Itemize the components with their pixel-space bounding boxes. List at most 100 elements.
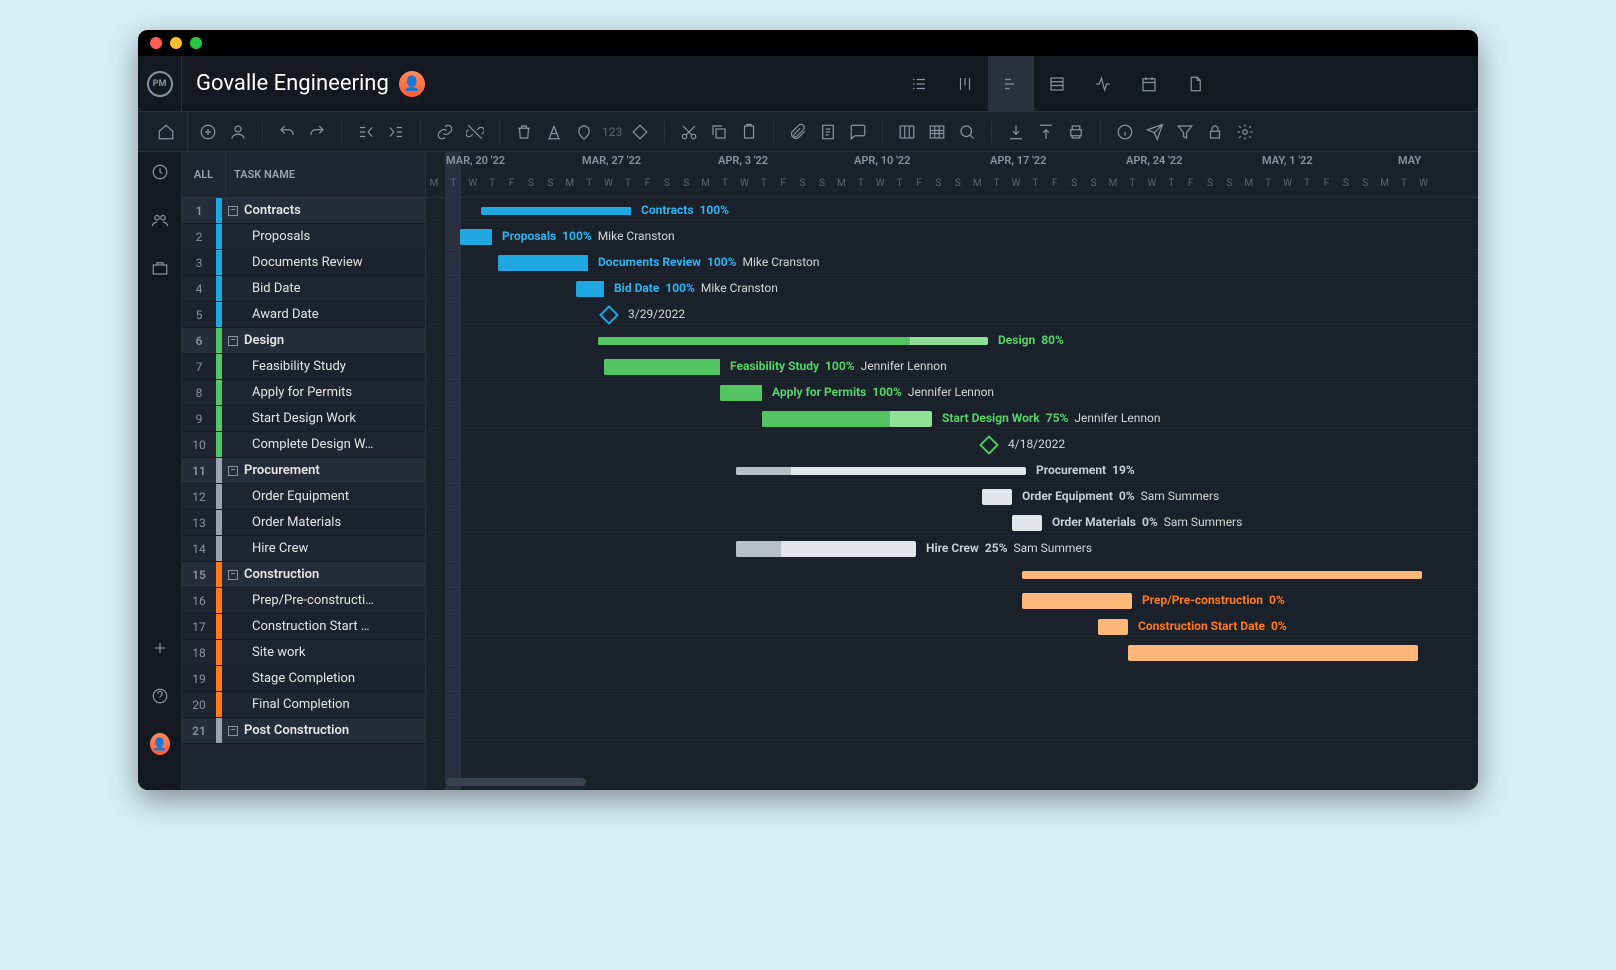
task-row[interactable]: 18Site work	[182, 640, 425, 666]
collapse-icon[interactable]: −	[228, 570, 238, 580]
columns-icon[interactable]	[895, 120, 919, 144]
task-bar[interactable]	[576, 281, 604, 297]
copy-icon[interactable]	[707, 120, 731, 144]
text-icon[interactable]	[542, 120, 566, 144]
task-row[interactable]: 17Construction Start …	[182, 614, 425, 640]
grid-icon[interactable]	[925, 120, 949, 144]
person-icon[interactable]	[226, 120, 250, 144]
trash-icon[interactable]	[512, 120, 536, 144]
send-icon[interactable]	[1143, 120, 1167, 144]
tasklist-header: ALL TASK NAME	[182, 152, 425, 198]
team-icon[interactable]	[150, 210, 170, 230]
link-icon[interactable]	[433, 120, 457, 144]
briefcase-icon[interactable]	[150, 258, 170, 278]
paste-icon[interactable]	[737, 120, 761, 144]
redo-icon[interactable]	[305, 120, 329, 144]
note-icon[interactable]	[816, 120, 840, 144]
task-bar[interactable]	[736, 541, 916, 557]
user-avatar[interactable]: 👤	[150, 734, 170, 754]
task-row[interactable]: 5Award Date	[182, 302, 425, 328]
view-sheet-icon[interactable]	[1034, 56, 1080, 111]
task-row[interactable]: 9Start Design Work	[182, 406, 425, 432]
gantt-chart[interactable]: MAR, 20 '22MAR, 27 '22APR, 3 '22APR, 10 …	[426, 152, 1478, 790]
minimize-icon[interactable]	[170, 37, 182, 49]
help-icon[interactable]	[150, 686, 170, 706]
task-row[interactable]: 20Final Completion	[182, 692, 425, 718]
task-bar[interactable]	[1098, 619, 1128, 635]
task-row[interactable]: 10Complete Design W…	[182, 432, 425, 458]
task-bar[interactable]	[762, 411, 932, 427]
comment-icon[interactable]	[846, 120, 870, 144]
indent-icon[interactable]	[384, 120, 408, 144]
view-calendar-icon[interactable]	[1126, 56, 1172, 111]
plus-icon[interactable]	[150, 638, 170, 658]
task-row[interactable]: 14Hire Crew	[182, 536, 425, 562]
task-row[interactable]: 6−Design	[182, 328, 425, 354]
maximize-icon[interactable]	[190, 37, 202, 49]
col-task-name[interactable]: TASK NAME	[226, 152, 425, 197]
summary-bar[interactable]	[598, 337, 988, 345]
task-bar[interactable]	[460, 229, 492, 245]
view-gantt-icon[interactable]	[988, 56, 1034, 111]
task-bar[interactable]	[498, 255, 588, 271]
milestone-icon[interactable]	[599, 305, 619, 325]
view-file-icon[interactable]	[1172, 56, 1218, 111]
row-number: 16	[182, 594, 216, 608]
undo-icon[interactable]	[275, 120, 299, 144]
zoom-icon[interactable]	[955, 120, 979, 144]
app-logo[interactable]: PM	[138, 56, 182, 112]
view-activity-icon[interactable]	[1080, 56, 1126, 111]
task-row[interactable]: 8Apply for Permits	[182, 380, 425, 406]
task-bar[interactable]	[720, 385, 762, 401]
task-row[interactable]: 16Prep/Pre-constructi…	[182, 588, 425, 614]
collapse-icon[interactable]: −	[228, 466, 238, 476]
task-row[interactable]: 11−Procurement	[182, 458, 425, 484]
import-icon[interactable]	[1004, 120, 1028, 144]
home-icon[interactable]	[154, 120, 178, 144]
task-name-text: Contracts	[244, 203, 301, 218]
export-icon[interactable]	[1034, 120, 1058, 144]
task-bar[interactable]	[1012, 515, 1042, 531]
add-icon[interactable]	[196, 120, 220, 144]
task-row[interactable]: 13Order Materials	[182, 510, 425, 536]
task-bar[interactable]	[1128, 645, 1418, 661]
task-bar[interactable]	[604, 359, 720, 375]
collapse-icon[interactable]: −	[228, 726, 238, 736]
clock-icon[interactable]	[150, 162, 170, 182]
summary-bar[interactable]	[1022, 571, 1422, 579]
horizontal-scrollbar[interactable]	[446, 778, 586, 786]
collapse-icon[interactable]: −	[228, 206, 238, 216]
diamond-icon[interactable]	[628, 120, 652, 144]
view-list-icon[interactable]	[896, 56, 942, 111]
attach-icon[interactable]	[786, 120, 810, 144]
summary-bar[interactable]	[736, 467, 1026, 475]
print-icon[interactable]	[1064, 120, 1088, 144]
day-letter: S	[950, 178, 966, 189]
collapse-icon[interactable]: −	[228, 336, 238, 346]
col-all[interactable]: ALL	[182, 152, 226, 197]
lock-icon[interactable]	[1203, 120, 1227, 144]
task-row[interactable]: 21−Post Construction	[182, 718, 425, 744]
gear-icon[interactable]	[1233, 120, 1257, 144]
summary-bar[interactable]	[481, 207, 631, 215]
cut-icon[interactable]	[677, 120, 701, 144]
task-row[interactable]: 7Feasibility Study	[182, 354, 425, 380]
filter-icon[interactable]	[1173, 120, 1197, 144]
task-row[interactable]: 15−Construction	[182, 562, 425, 588]
view-board-icon[interactable]	[942, 56, 988, 111]
task-bar[interactable]	[1022, 593, 1132, 609]
task-row[interactable]: 4Bid Date	[182, 276, 425, 302]
info-icon[interactable]	[1113, 120, 1137, 144]
milestone-icon[interactable]	[979, 435, 999, 455]
task-row[interactable]: 19Stage Completion	[182, 666, 425, 692]
task-row[interactable]: 1−Contracts	[182, 198, 425, 224]
avatar[interactable]: 👤	[399, 71, 425, 97]
task-row[interactable]: 2Proposals	[182, 224, 425, 250]
task-row[interactable]: 12Order Equipment	[182, 484, 425, 510]
task-bar[interactable]	[982, 489, 1012, 505]
outdent-icon[interactable]	[354, 120, 378, 144]
paint-icon[interactable]	[572, 120, 596, 144]
close-icon[interactable]	[150, 37, 162, 49]
unlink-icon[interactable]	[463, 120, 487, 144]
task-row[interactable]: 3Documents Review	[182, 250, 425, 276]
